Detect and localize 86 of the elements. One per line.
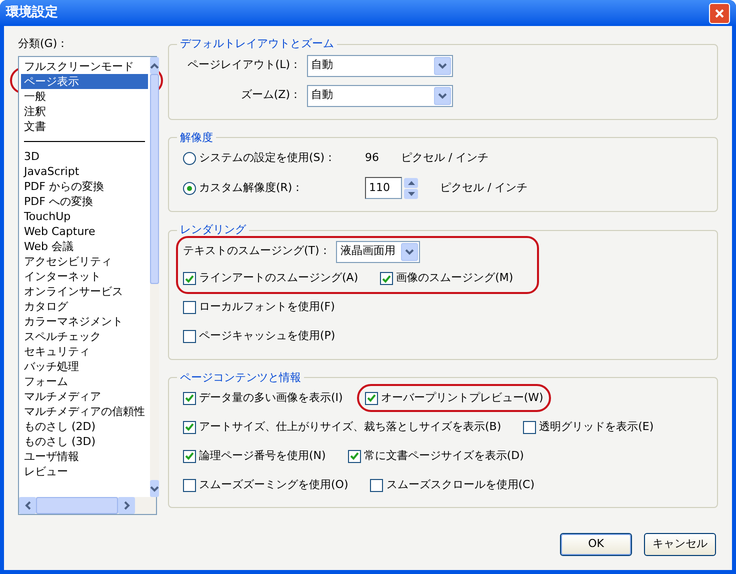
checkbox[interactable]	[364, 392, 378, 404]
list-item[interactable]: スペルチェック	[21, 329, 148, 344]
group-title: レンダリング	[179, 222, 248, 238]
list-item[interactable]: PDF からの変換	[21, 179, 148, 194]
radio-button[interactable]	[183, 182, 196, 194]
checkbox-label: ローカルフォントを使用(F)	[199, 299, 335, 316]
checkbox[interactable]	[183, 301, 196, 314]
radio-label: カスタム解像度(R)：	[199, 180, 304, 196]
number-field[interactable]: 110	[365, 177, 402, 199]
list-item[interactable]: Web Capture	[21, 224, 148, 239]
checkbox[interactable]	[523, 420, 536, 434]
checkbox-label: スムーズズーミングを使用(O)	[199, 476, 348, 493]
list-item[interactable]: PDF への変換	[21, 194, 148, 209]
list-item[interactable]: カタログ	[21, 299, 148, 314]
list-item[interactable]: ユーザ情報	[21, 449, 148, 464]
radio-button[interactable]	[183, 152, 196, 164]
scroll-down-icon	[150, 486, 159, 492]
category-label: 分類(G)：	[18, 36, 70, 52]
category-list[interactable]	[18, 56, 157, 515]
dropdown[interactable]: 液晶画面用	[336, 240, 420, 262]
checkbox-label: 画像のスムージング(M)	[396, 270, 514, 286]
spin-buttons[interactable]	[404, 178, 418, 198]
group-title: 解像度	[179, 130, 214, 146]
checkbox-label: 論理ページ番号を使用(N)	[199, 448, 326, 464]
close-button[interactable]	[709, 2, 730, 24]
checkbox-label: ページキャッシュを使用(P)	[199, 328, 336, 344]
checkbox[interactable]	[183, 330, 196, 343]
chevron-down-icon	[438, 92, 447, 98]
field-label: ズーム(Z)：	[240, 87, 301, 104]
list-item[interactable]: カラーマネジメント	[21, 314, 148, 329]
chevron-down-icon	[405, 248, 414, 254]
list-item[interactable]: ページ表示	[21, 74, 148, 89]
horizontal-scrollbar[interactable]	[19, 497, 156, 514]
checkbox[interactable]	[183, 420, 196, 434]
checkbox[interactable]	[348, 450, 361, 462]
list-item[interactable]: Web 会議	[21, 239, 148, 254]
list-item[interactable]: マルチメディア	[21, 389, 148, 404]
group-title: デフォルトレイアウトとズーム	[179, 36, 335, 52]
chevron-down-icon	[438, 62, 447, 68]
list-item[interactable]: TouchUp	[21, 209, 148, 224]
unit-text: ピクセル / インチ	[440, 180, 528, 196]
checkbox-label: 透明グリッドを表示(E)	[539, 418, 654, 435]
checkbox[interactable]	[183, 450, 196, 462]
checkbox[interactable]	[183, 272, 196, 285]
checkbox-label: スムーズスクロールを使用(C)	[386, 476, 535, 493]
scroll-left-icon	[24, 501, 30, 510]
unit-text: ピクセル / インチ	[401, 150, 489, 166]
list-item[interactable]: 文書	[21, 119, 148, 134]
list-item[interactable]: マルチメディアの信頼性	[21, 404, 148, 419]
list-item[interactable]: オンラインサービス	[21, 284, 148, 299]
list-item[interactable]: ものさし (2D)	[21, 419, 148, 434]
checkbox-label: オーバープリントプレビュー(W)	[380, 390, 544, 406]
list-item[interactable]: フルスクリーンモード	[21, 59, 148, 74]
checkbox-label: データ量の多い画像を表示(I)	[199, 390, 343, 406]
group-title: ページコンテンツと情報	[179, 370, 302, 386]
list-item[interactable]: 注釈	[21, 104, 148, 119]
list-item[interactable]: フォーム	[21, 374, 148, 389]
list-item[interactable]: バッチ処理	[21, 359, 148, 374]
checkbox[interactable]	[183, 392, 196, 404]
field-label: テキストのスムージング(T)：	[183, 243, 330, 260]
list-item[interactable]: 3D	[21, 149, 148, 164]
checkbox[interactable]	[183, 478, 196, 492]
checkbox-label: 常に文書ページサイズを表示(D)	[364, 448, 524, 464]
close-icon	[715, 8, 724, 18]
checkbox-label: アートサイズ、仕上がりサイズ、裁ち落としサイズを表示(B)	[199, 418, 502, 435]
checkbox[interactable]	[380, 272, 394, 285]
checkbox[interactable]	[370, 478, 384, 492]
list-item[interactable]: レビュー	[21, 464, 148, 479]
field-label: ページレイアウト(L)：	[186, 57, 301, 74]
dropdown[interactable]: 自動	[307, 84, 453, 106]
list-item[interactable]: インターネット	[21, 269, 148, 284]
list-item[interactable]: セキュリティ	[21, 344, 148, 359]
radio-label: システムの設定を使用(S)：	[199, 150, 336, 166]
dropdown[interactable]: 自動	[307, 54, 453, 76]
window-title: 環境設定	[6, 4, 58, 22]
checkbox-label: ラインアートのスムージング(A)	[199, 270, 358, 286]
scroll-up-icon	[150, 62, 159, 68]
dialog-button[interactable]: キャンセル	[644, 533, 716, 556]
scroll-right-icon	[124, 501, 130, 510]
list-item[interactable]: 一般	[21, 89, 148, 104]
list-item[interactable]: JavaScript	[21, 164, 148, 179]
vertical-scrollbar[interactable]	[150, 57, 159, 497]
unit-text: 96	[365, 150, 379, 166]
list-item[interactable]: ものさし (3D)	[21, 434, 148, 449]
dialog-button[interactable]: OK	[560, 533, 632, 556]
list-item[interactable]: アクセシビリティ	[21, 254, 148, 269]
